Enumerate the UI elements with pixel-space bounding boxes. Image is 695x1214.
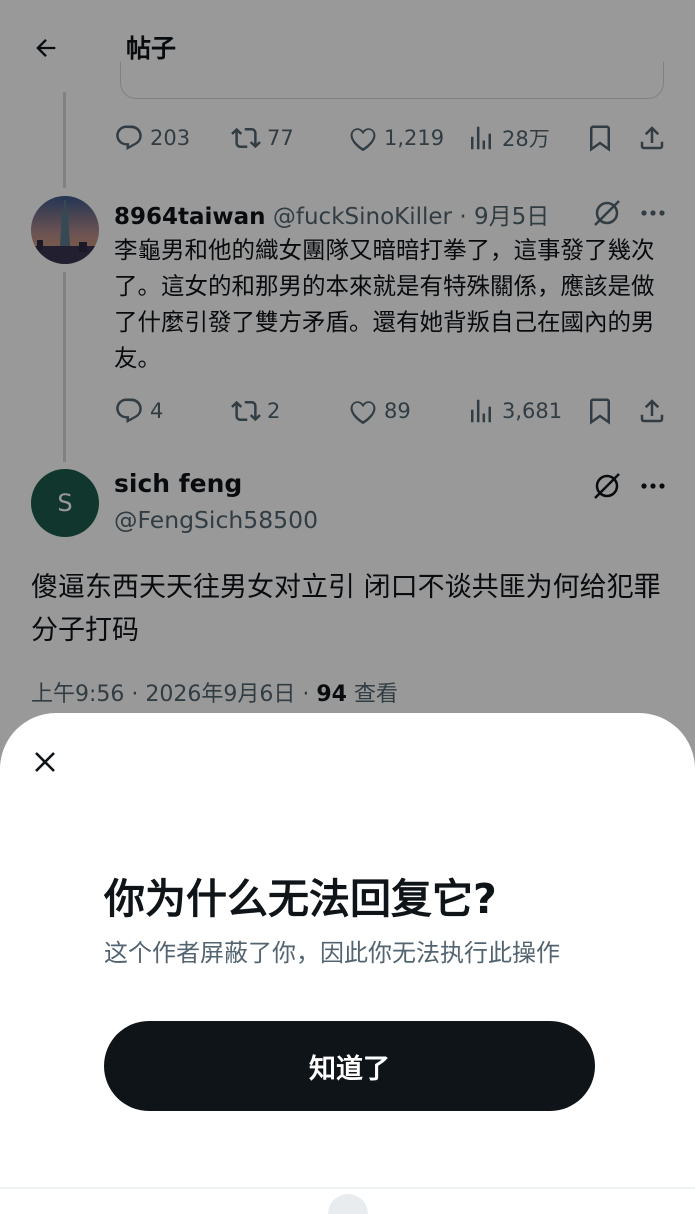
close-button[interactable]	[26, 743, 64, 781]
bottom-sheet: 你为什么无法回复它? 这个作者屏蔽了你，因此你无法执行此操作 知道了	[0, 713, 695, 1214]
got-it-button[interactable]: 知道了	[104, 1021, 595, 1111]
sheet-title: 你为什么无法回复它?	[104, 875, 497, 923]
sheet-description: 这个作者屏蔽了你，因此你无法执行此操作	[104, 939, 560, 967]
bottom-indicator	[328, 1194, 368, 1214]
close-icon	[35, 752, 55, 772]
bottom-divider	[0, 1187, 695, 1189]
